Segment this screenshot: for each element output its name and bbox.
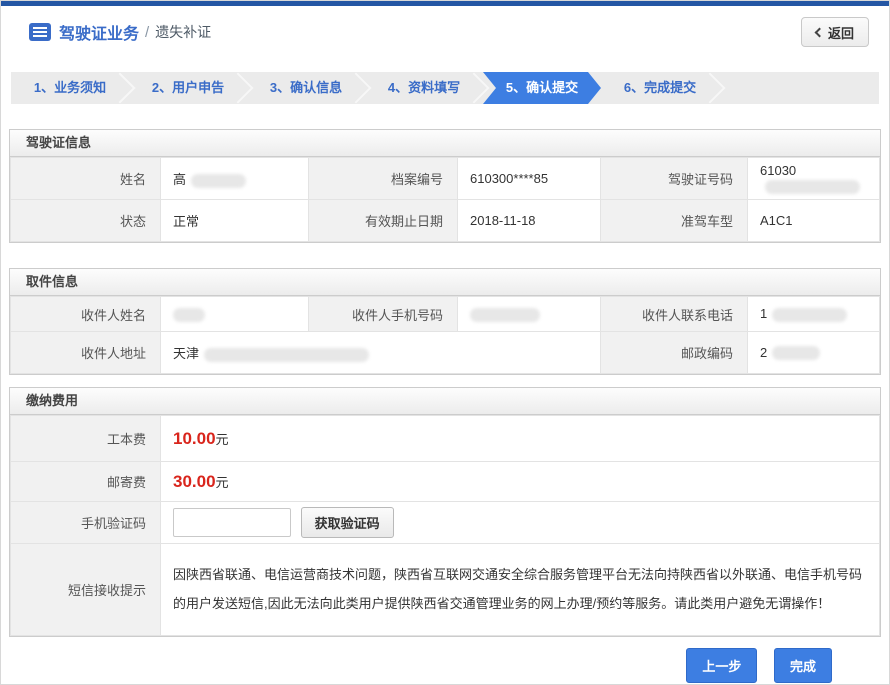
page-header: 驾驶证业务 / 遗失补证 返回 xyxy=(1,6,889,58)
step-6-complete-submit[interactable]: 6、完成提交 xyxy=(601,72,719,104)
footer-actions: 上一步 完成 xyxy=(1,637,889,683)
sms-code-label: 手机验证码 xyxy=(11,502,161,544)
status-value: 正常 xyxy=(161,200,309,242)
step-2-user-declaration[interactable]: 2、用户申告 xyxy=(129,72,247,104)
sms-code-cell: 获取验证码 xyxy=(161,502,880,544)
license-info-title: 驾驶证信息 xyxy=(10,130,880,157)
production-fee-label: 工本费 xyxy=(11,416,161,462)
finish-button[interactable]: 完成 xyxy=(774,648,832,683)
recipient-mobile-value xyxy=(458,297,601,332)
expiry-label: 有效期止日期 xyxy=(309,200,458,242)
license-info-table: 姓名 高 档案编号 610300****85 驾驶证号码 61030 状态 正常… xyxy=(10,157,880,242)
breadcrumb-current: 遗失补证 xyxy=(155,22,211,42)
postage-fee-label: 邮寄费 xyxy=(11,462,161,502)
table-row: 收件人姓名 收件人手机号码 收件人联系电话 1 xyxy=(11,297,880,332)
pickup-info-table: 收件人姓名 收件人手机号码 收件人联系电话 1 收件人地址 天津 邮政编码 2 xyxy=(10,296,880,374)
recipient-address-label: 收件人地址 xyxy=(11,332,161,374)
fee-unit: 元 xyxy=(216,432,229,447)
status-label: 状态 xyxy=(11,200,161,242)
name-label: 姓名 xyxy=(11,158,161,200)
postage-fee-value: 30.00元 xyxy=(161,462,880,502)
redacted-recipient-address xyxy=(204,348,369,362)
recipient-phone-value: 1 xyxy=(748,297,880,332)
table-row: 短信接收提示 因陕西省联通、电信运营商技术问题，陕西省互联网交通安全综合服务管理… xyxy=(11,544,880,636)
page: 驾驶证业务 / 遗失补证 返回 1、业务须知 2、用户申告 3、确认信息 4、资… xyxy=(0,0,890,685)
step-3-confirm-info[interactable]: 3、确认信息 xyxy=(247,72,365,104)
table-row: 手机验证码 获取验证码 xyxy=(11,502,880,544)
fees-panel: 缴纳费用 工本费 10.00元 邮寄费 30.00元 手机验证码 获取验证码 短… xyxy=(9,387,881,637)
fees-table: 工本费 10.00元 邮寄费 30.00元 手机验证码 获取验证码 短信接收提示… xyxy=(10,415,880,636)
get-code-button[interactable]: 获取验证码 xyxy=(301,507,394,538)
license-no-value: 61030 xyxy=(748,158,880,200)
table-row: 工本费 10.00元 xyxy=(11,416,880,462)
file-no-value: 610300****85 xyxy=(458,158,601,200)
recipient-name-label: 收件人姓名 xyxy=(11,297,161,332)
license-info-panel: 驾驶证信息 姓名 高 档案编号 610300****85 驾驶证号码 61030… xyxy=(9,129,881,243)
recipient-phone-label: 收件人联系电话 xyxy=(601,297,748,332)
sms-code-input[interactable] xyxy=(173,508,291,537)
sms-notice-text: 因陕西省联通、电信运营商技术问题，陕西省互联网交通安全综合服务管理平台无法向持陕… xyxy=(161,544,880,636)
sms-notice-label: 短信接收提示 xyxy=(11,544,161,636)
redacted-postal-code xyxy=(772,346,820,360)
license-no-label: 驾驶证号码 xyxy=(601,158,748,200)
recipient-mobile-label: 收件人手机号码 xyxy=(309,297,458,332)
name-value: 高 xyxy=(161,158,309,200)
postage-fee-amount: 30.00 xyxy=(173,472,216,491)
vehicle-type-label: 准驾车型 xyxy=(601,200,748,242)
table-row: 姓名 高 档案编号 610300****85 驾驶证号码 61030 xyxy=(11,158,880,200)
chevron-left-icon xyxy=(815,28,825,38)
breadcrumb-separator: / xyxy=(145,24,149,41)
production-fee-amount: 10.00 xyxy=(173,429,216,448)
table-row: 邮寄费 30.00元 xyxy=(11,462,880,502)
production-fee-value: 10.00元 xyxy=(161,416,880,462)
fee-unit: 元 xyxy=(216,475,229,490)
redacted-license-no xyxy=(765,180,860,194)
expiry-value: 2018-11-18 xyxy=(458,200,601,242)
vehicle-type-value: A1C1 xyxy=(748,200,880,242)
page-title: 驾驶证业务 xyxy=(59,20,139,44)
postal-code-label: 邮政编码 xyxy=(601,332,748,374)
recipient-name-value xyxy=(161,297,309,332)
license-service-icon xyxy=(29,23,51,41)
file-no-label: 档案编号 xyxy=(309,158,458,200)
table-row: 收件人地址 天津 邮政编码 2 xyxy=(11,332,880,374)
redacted-recipient-mobile xyxy=(470,308,540,322)
fees-title: 缴纳费用 xyxy=(10,388,880,415)
redacted-recipient-name xyxy=(173,308,205,322)
step-5-confirm-submit-active[interactable]: 5、确认提交 xyxy=(483,72,601,104)
redacted-name xyxy=(191,174,246,188)
step-wizard: 1、业务须知 2、用户申告 3、确认信息 4、资料填写 5、确认提交 6、完成提… xyxy=(11,72,879,104)
previous-step-button[interactable]: 上一步 xyxy=(686,648,757,683)
back-button-label: 返回 xyxy=(828,23,854,42)
pickup-info-panel: 取件信息 收件人姓名 收件人手机号码 收件人联系电话 1 收件人地址 天津 邮政… xyxy=(9,268,881,375)
pickup-info-title: 取件信息 xyxy=(10,269,880,296)
back-button[interactable]: 返回 xyxy=(801,17,869,47)
table-row: 状态 正常 有效期止日期 2018-11-18 准驾车型 A1C1 xyxy=(11,200,880,242)
postal-code-value: 2 xyxy=(748,332,880,374)
redacted-recipient-phone xyxy=(772,308,847,322)
step-1-business-notice[interactable]: 1、业务须知 xyxy=(11,72,129,104)
recipient-address-value: 天津 xyxy=(161,332,601,374)
step-4-fill-data[interactable]: 4、资料填写 xyxy=(365,72,483,104)
